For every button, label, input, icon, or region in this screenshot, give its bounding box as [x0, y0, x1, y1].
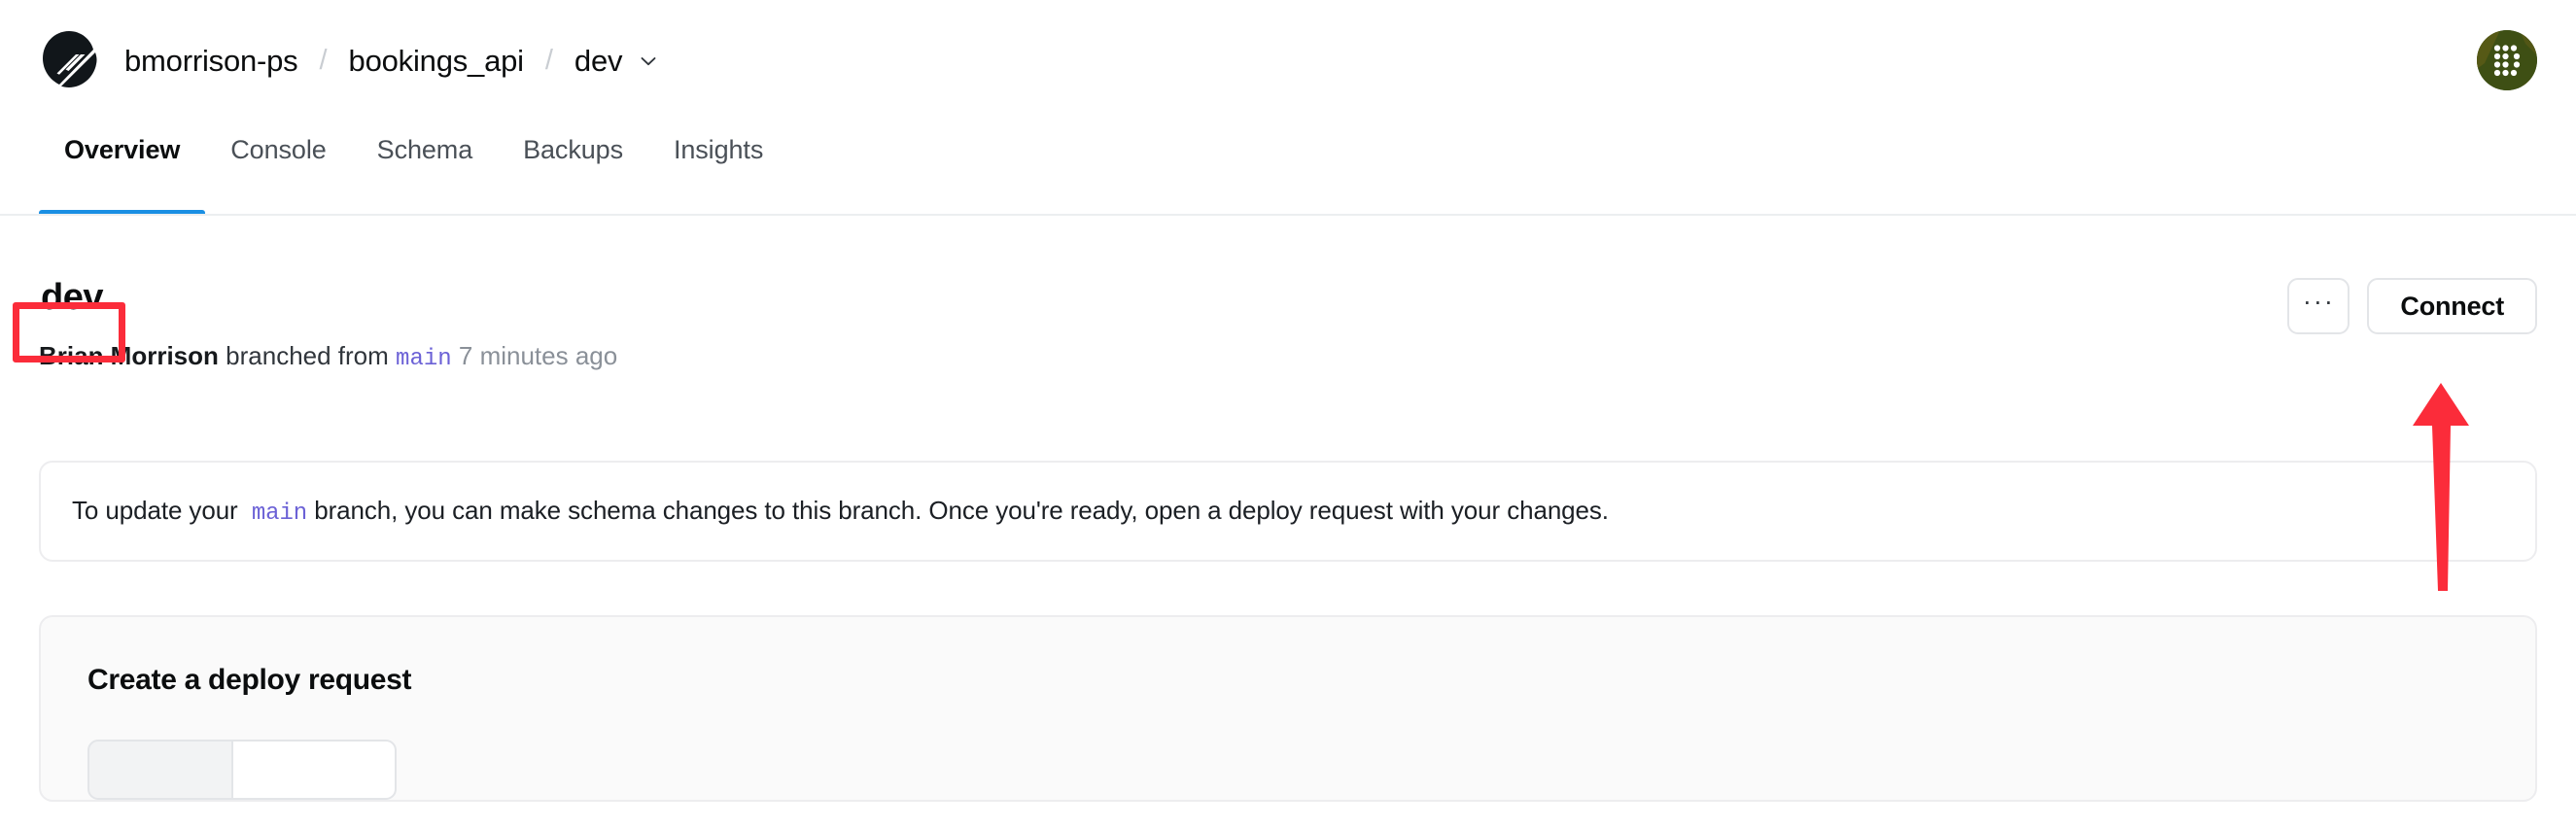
- tab-backups[interactable]: Backups: [498, 121, 648, 216]
- tab-backups-label: Backups: [523, 135, 623, 164]
- info-banner: To update your main branch, you can make…: [39, 460, 2537, 562]
- deploy-branch-selectors: [87, 739, 2489, 800]
- deploy-request-title: Create a deploy request: [87, 663, 412, 696]
- breadcrumb-separator: /: [544, 44, 553, 76]
- top-bar: bmorrison-ps / bookings_api / dev: [0, 0, 2576, 121]
- info-banner-text: To update your main branch, you can make…: [72, 496, 1609, 527]
- avatar[interactable]: [2477, 30, 2537, 90]
- deploy-target-branch-select[interactable]: [233, 739, 397, 800]
- connect-button[interactable]: Connect: [2367, 278, 2537, 334]
- app-page: bmorrison-ps / bookings_api / dev Overvi…: [0, 0, 2576, 828]
- main-content: dev Brian Morrison branched from main 7 …: [0, 216, 2576, 802]
- branch-header: dev Brian Morrison branched from main 7 …: [39, 216, 2537, 374]
- tab-insights[interactable]: Insights: [648, 121, 788, 216]
- planetscale-logo-icon[interactable]: [39, 30, 99, 90]
- branch-meta: Brian Morrison branched from main 7 minu…: [39, 341, 617, 374]
- tab-console[interactable]: Console: [205, 121, 351, 216]
- tab-insights-label: Insights: [673, 135, 764, 164]
- breadcrumb-branch-label: dev: [574, 43, 623, 78]
- tab-schema[interactable]: Schema: [352, 121, 498, 216]
- breadcrumb-org[interactable]: bmorrison-ps: [124, 46, 298, 76]
- breadcrumb-database[interactable]: bookings_api: [349, 46, 525, 76]
- tab-overview[interactable]: Overview: [39, 121, 206, 216]
- info-text-before: To update your: [72, 495, 238, 525]
- ellipsis-icon: ···: [2302, 286, 2335, 316]
- breadcrumb: bmorrison-ps / bookings_api / dev: [124, 46, 659, 76]
- breadcrumb-separator: /: [319, 44, 328, 76]
- info-branch-name: main: [251, 500, 308, 527]
- tab-schema-label: Schema: [376, 135, 473, 164]
- branch-header-actions: ··· Connect: [2287, 274, 2537, 334]
- info-text-after: branch, you can make schema changes to t…: [314, 495, 1609, 525]
- chevron-down-icon: [638, 51, 659, 72]
- branch-author: Brian Morrison: [39, 341, 219, 370]
- create-deploy-request-card: Create a deploy request: [39, 614, 2537, 802]
- branch-title-block: dev Brian Morrison branched from main 7 …: [39, 274, 617, 374]
- breadcrumb-branch-selector[interactable]: dev: [574, 46, 659, 76]
- branch-parent-link[interactable]: main: [396, 346, 452, 372]
- branch-timestamp: 7 minutes ago: [458, 341, 618, 370]
- more-options-button[interactable]: ···: [2287, 278, 2350, 334]
- branch-action-text: branched from: [226, 341, 389, 370]
- deploy-source-branch-select[interactable]: [87, 739, 233, 800]
- page-title: dev: [41, 277, 103, 318]
- tab-console-label: Console: [230, 135, 327, 164]
- primary-nav-tabs: Overview Console Schema Backups Insights: [0, 121, 2576, 216]
- tab-overview-label: Overview: [64, 135, 181, 164]
